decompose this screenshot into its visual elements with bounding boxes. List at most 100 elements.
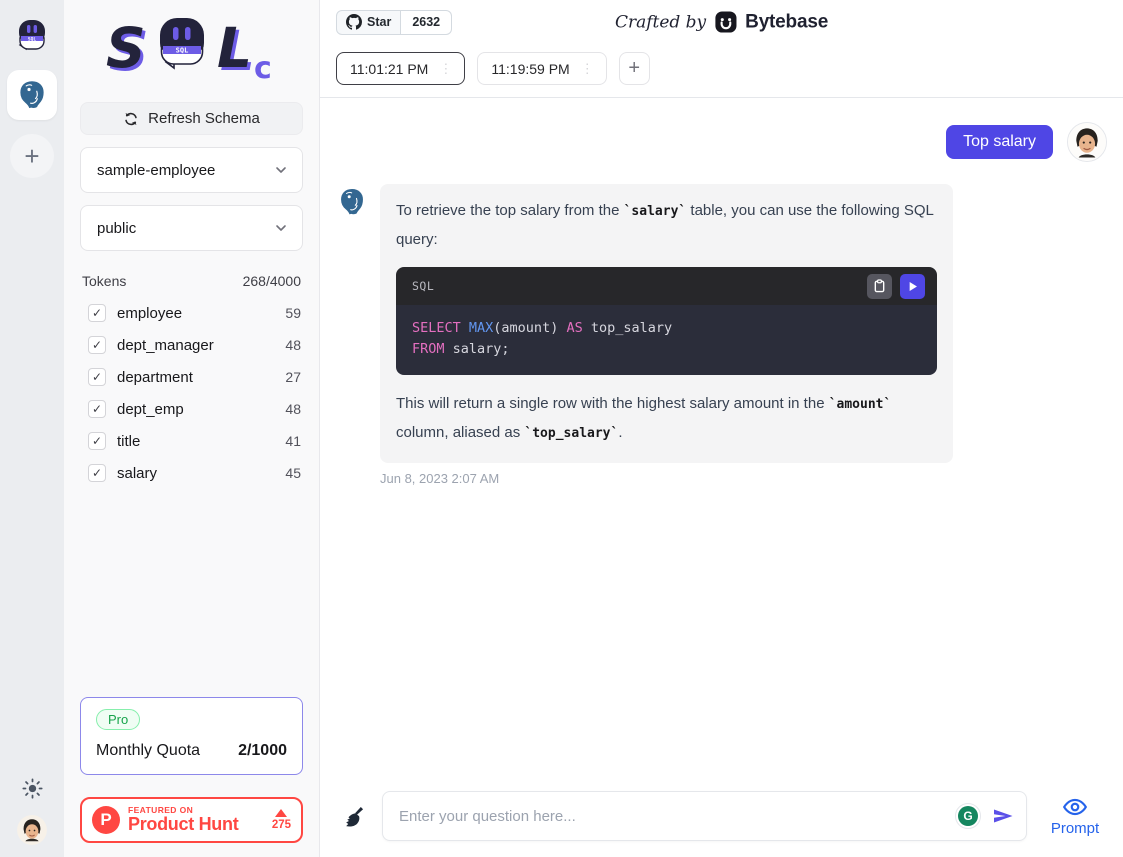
pro-badge: Pro [96, 709, 140, 730]
product-hunt-badge[interactable]: P FEATURED ON Product Hunt 275 [80, 797, 303, 843]
quota-label: Monthly Quota [96, 742, 200, 760]
table-checkbox[interactable]: ✓ [88, 336, 106, 354]
tab-menu-icon[interactable]: ⋮ [579, 61, 596, 77]
conversation-tab[interactable]: 11:19:59 PM ⋮ [477, 52, 606, 85]
table-token-count: 27 [285, 369, 301, 385]
message-timestamp: Jun 8, 2023 2:07 AM [380, 471, 953, 486]
code-line: SELECT MAX(amount) AS top_salary [412, 318, 921, 339]
sql-text: (amount) [493, 320, 566, 336]
svg-text:L: L [217, 16, 252, 80]
top-bar: Star 2632 Crafted by Bytebase [320, 0, 1123, 44]
code-content: SELECT MAX(amount) AS top_salary FROM sa… [396, 305, 937, 375]
run-query-button[interactable] [900, 274, 925, 299]
table-row: ✓ department 27 [80, 361, 303, 393]
table-checkbox[interactable]: ✓ [88, 432, 106, 450]
refresh-schema-button[interactable]: Refresh Schema [80, 102, 303, 135]
assistant-message-bubble: To retrieve the top salary from the `sal… [380, 184, 953, 463]
send-icon [991, 804, 1015, 828]
github-star-button[interactable]: Star 2632 [336, 10, 452, 35]
clipboard-icon [873, 279, 886, 293]
quota-value: 2/1000 [238, 742, 287, 760]
refresh-schema-label: Refresh Schema [148, 110, 260, 127]
table-checkbox[interactable]: ✓ [88, 464, 106, 482]
clear-conversation-button[interactable] [340, 803, 367, 830]
left-rail: SQL + [0, 0, 64, 857]
quota-card: Pro Monthly Quota 2/1000 [80, 697, 303, 775]
message-text: . [618, 424, 622, 441]
sql-keyword: SELECT [412, 320, 461, 336]
user-message-row: Top salary [336, 122, 1107, 162]
table-name: dept_emp [117, 401, 274, 418]
assistant-message-row: To retrieve the top salary from the `sal… [336, 184, 1107, 486]
assistant-paragraph: To retrieve the top salary from the `sal… [396, 197, 937, 254]
table-name: dept_manager [117, 337, 274, 354]
connection-postgres[interactable] [7, 70, 57, 120]
eye-icon [1062, 796, 1088, 818]
sun-icon [22, 778, 43, 799]
upvote-icon [275, 809, 287, 817]
table-checkbox[interactable]: ✓ [88, 304, 106, 322]
database-select[interactable]: sample-employee [80, 147, 303, 193]
main-panel: Star 2632 Crafted by Bytebase 11:01:21 P… [319, 0, 1123, 857]
tab-label: 11:19:59 PM [491, 61, 569, 77]
table-token-count: 48 [285, 337, 301, 353]
message-text: column, aliased as [396, 424, 524, 441]
conversation-tabs: 11:01:21 PM ⋮ 11:19:59 PM ⋮ + [320, 44, 1123, 98]
star-count: 2632 [401, 10, 452, 35]
tab-menu-icon[interactable]: ⋮ [437, 61, 454, 77]
composer-bar: G Prompt [320, 775, 1123, 857]
play-icon [906, 280, 919, 293]
sqlchat-bot-avatar[interactable]: SQL [11, 14, 53, 56]
table-checkbox[interactable]: ✓ [88, 368, 106, 386]
svg-text:c: c [254, 51, 272, 86]
question-input-wrap: G [382, 791, 1027, 841]
github-icon [346, 14, 362, 30]
sidebar: S S SQL L L c [64, 0, 319, 857]
crafted-by[interactable]: Crafted by Bytebase [615, 11, 828, 34]
sql-chat-app: SQL + [0, 0, 1123, 857]
prompt-label: Prompt [1051, 820, 1099, 837]
tokens-label: Tokens [82, 273, 126, 289]
product-hunt-name: Product Hunt [128, 815, 264, 834]
plus-icon: + [24, 143, 39, 169]
user-profile-avatar[interactable] [17, 815, 47, 845]
svg-text:SQL: SQL [28, 36, 36, 42]
grammarly-icon: G [958, 806, 978, 826]
bytebase-logo-icon [714, 11, 737, 34]
user-avatar [1067, 122, 1107, 162]
code-line: FROM salary; [412, 339, 921, 360]
chevron-down-icon [274, 163, 288, 177]
sql-code-block: SQL [396, 267, 937, 375]
refresh-icon [123, 111, 139, 127]
user-face-icon [1068, 123, 1106, 161]
table-list: ✓ employee 59 ✓ dept_manager 48 ✓ depart… [80, 297, 303, 489]
bytebase-brand-name: Bytebase [745, 11, 828, 33]
star-label: Star [367, 15, 391, 29]
message-text: This will return a single row with the h… [396, 395, 829, 412]
question-input[interactable] [382, 791, 1027, 841]
new-conversation-button[interactable]: + [619, 52, 650, 85]
conversation-tab-active[interactable]: 11:01:21 PM ⋮ [336, 52, 465, 85]
sqlchat-logo-icon: S S SQL L L c [96, 12, 288, 88]
add-connection-button[interactable]: + [10, 134, 54, 178]
schema-select[interactable]: public [80, 205, 303, 251]
postgresql-icon [15, 78, 49, 112]
inline-code: `amount` [829, 397, 892, 412]
user-message-bubble: Top salary [946, 125, 1053, 159]
tokens-header: Tokens 268/4000 [82, 273, 301, 289]
user-face-icon [17, 815, 47, 845]
table-checkbox[interactable]: ✓ [88, 400, 106, 418]
copy-code-button[interactable] [867, 274, 892, 299]
assistant-paragraph: This will return a single row with the h… [396, 390, 937, 448]
chevron-down-icon [274, 221, 288, 235]
theme-toggle-button[interactable] [22, 778, 43, 799]
table-name: salary [117, 465, 274, 482]
table-row: ✓ dept_manager 48 [80, 329, 303, 361]
prompt-button[interactable]: Prompt [1043, 796, 1107, 837]
send-button[interactable] [991, 804, 1015, 828]
assistant-message-block: To retrieve the top salary from the `sal… [380, 184, 953, 486]
sqlchat-logo: S S SQL L L c [80, 8, 303, 92]
table-row: ✓ dept_emp 48 [80, 393, 303, 425]
grammarly-badge[interactable]: G [955, 803, 981, 829]
table-token-count: 59 [285, 305, 301, 321]
